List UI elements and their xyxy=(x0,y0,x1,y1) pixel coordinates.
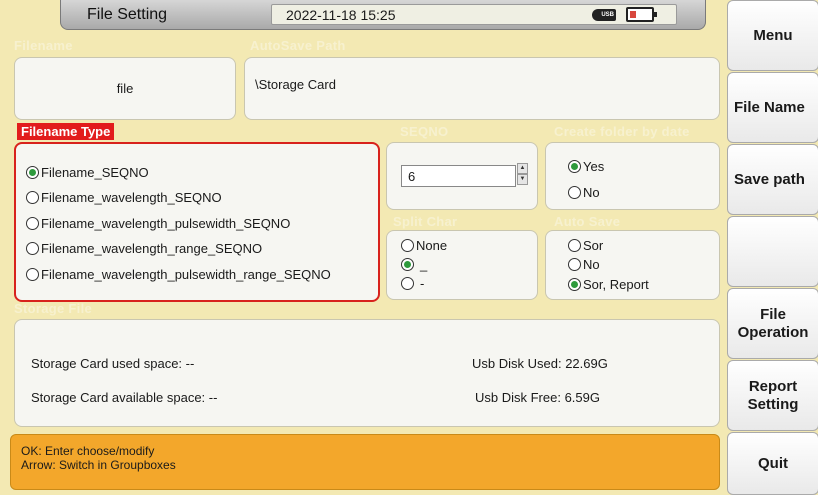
save-path-button[interactable]: Save path xyxy=(727,144,818,215)
filename-field[interactable]: file xyxy=(14,57,236,120)
spin-down-icon[interactable]: ▼ xyxy=(517,174,528,185)
status-line-arrow: Arrow: Switch in Groupboxes xyxy=(21,458,176,472)
autosave-path-label: AutoSave Path xyxy=(250,38,346,53)
filename-value: file xyxy=(116,81,134,96)
option-label: - xyxy=(420,275,425,291)
auto-save-option-no[interactable]: No xyxy=(568,256,600,272)
option-label: Filename_wavelength_range_SEQNO xyxy=(41,240,263,256)
filename-type-option-wavelength-pulsewidth-range-seqno[interactable]: Filename_wavelength_pulsewidth_range_SEQ… xyxy=(26,266,331,282)
seqno-group: 6 ▲ ▼ xyxy=(386,142,538,210)
radio-icon xyxy=(26,190,39,204)
split-char-option-none[interactable]: None xyxy=(401,237,447,253)
filename-type-option-wavelength-pulsewidth-seqno[interactable]: Filename_wavelength_pulsewidth_SEQNO xyxy=(26,215,290,231)
auto-save-option-sor[interactable]: Sor xyxy=(568,237,603,253)
filename-type-option-wavelength-range-seqno[interactable]: Filename_wavelength_range_SEQNO xyxy=(26,240,262,256)
storage-file-label: Storage File xyxy=(14,301,93,316)
option-label: _ xyxy=(420,256,428,272)
radio-icon xyxy=(26,216,39,230)
split-char-option-dash[interactable]: - xyxy=(401,275,424,291)
option-label: No xyxy=(583,256,600,272)
create-folder-group: Yes No xyxy=(545,142,720,210)
usb-free-text: Usb Disk Free: 6.59G xyxy=(475,390,600,405)
radio-icon xyxy=(26,267,39,281)
seqno-label: SEQNO xyxy=(400,124,449,139)
seqno-stepper[interactable]: ▲ ▼ xyxy=(517,163,528,187)
split-char-option-underscore[interactable]: _ xyxy=(401,256,427,272)
radio-icon xyxy=(26,241,39,255)
auto-save-group: Sor No Sor, Report xyxy=(545,230,720,300)
filename-type-option-seqno[interactable]: Filename_SEQNO xyxy=(26,164,149,180)
create-folder-option-no[interactable]: No xyxy=(568,184,600,200)
report-setting-button[interactable]: Report Setting xyxy=(727,360,818,431)
storage-file-group: Storage Card used space: -- Storage Card… xyxy=(14,319,720,427)
radio-selected-icon xyxy=(26,165,39,179)
filename-type-option-wavelength-seqno[interactable]: Filename_wavelength_SEQNO xyxy=(26,189,222,205)
option-label: Yes xyxy=(583,158,605,174)
menu-button[interactable]: Menu xyxy=(727,0,818,71)
radio-icon xyxy=(568,238,581,252)
usb-icon: USB xyxy=(592,9,616,21)
window-title: File Setting xyxy=(87,6,168,23)
usb-used-text: Usb Disk Used: 22.69G xyxy=(472,356,608,371)
option-label: Filename_wavelength_pulsewidth_SEQNO xyxy=(41,215,291,231)
filename-type-group: Filename_SEQNO Filename_wavelength_SEQNO… xyxy=(14,142,380,302)
auto-save-label: Auto Save xyxy=(554,214,621,229)
spin-up-icon[interactable]: ▲ xyxy=(517,163,528,174)
blank-button[interactable] xyxy=(727,216,818,287)
filename-label: Filename xyxy=(14,38,73,53)
option-label: Filename_SEQNO xyxy=(41,164,149,180)
split-char-group: None _ - xyxy=(386,230,538,300)
radio-icon xyxy=(401,238,414,252)
radio-selected-icon xyxy=(401,257,414,271)
option-label: No xyxy=(583,184,600,200)
battery-icon xyxy=(626,7,657,22)
radio-selected-icon xyxy=(568,277,581,291)
auto-save-option-sor-report[interactable]: Sor, Report xyxy=(568,276,649,292)
status-bar: OK: Enter choose/modify Arrow: Switch in… xyxy=(10,434,720,490)
card-available-text: Storage Card available space: -- xyxy=(31,390,218,405)
status-line-ok: OK: Enter choose/modify xyxy=(21,444,155,458)
option-label: Sor xyxy=(583,237,604,253)
title-bar: File Setting 2022-11-18 15:25 USB xyxy=(60,0,706,30)
create-folder-option-yes[interactable]: Yes xyxy=(568,158,604,174)
split-char-label: Split Char xyxy=(393,214,458,229)
datetime-text: 2022-11-18 15:25 xyxy=(286,7,396,23)
radio-icon xyxy=(568,257,581,271)
datetime-display: 2022-11-18 15:25 USB xyxy=(271,4,677,25)
file-name-button[interactable]: File Name xyxy=(727,72,818,143)
card-used-text: Storage Card used space: -- xyxy=(31,356,195,371)
option-label: Sor, Report xyxy=(583,276,649,292)
file-operation-button[interactable]: File Operation xyxy=(727,288,818,359)
autosave-path-field[interactable]: \Storage Card xyxy=(244,57,720,120)
option-label: None xyxy=(416,237,448,253)
option-label: Filename_wavelength_SEQNO xyxy=(41,189,222,205)
radio-icon xyxy=(568,185,581,199)
seqno-input[interactable]: 6 xyxy=(401,165,516,187)
radio-selected-icon xyxy=(568,159,581,173)
autosave-path-value: \Storage Card xyxy=(255,77,336,92)
option-label: Filename_wavelength_pulsewidth_range_SEQ… xyxy=(41,266,331,282)
filename-type-label: Filename Type xyxy=(17,123,115,140)
create-folder-label: Create folder by date xyxy=(554,124,690,139)
quit-button[interactable]: Quit xyxy=(727,432,818,495)
radio-icon xyxy=(401,276,414,290)
